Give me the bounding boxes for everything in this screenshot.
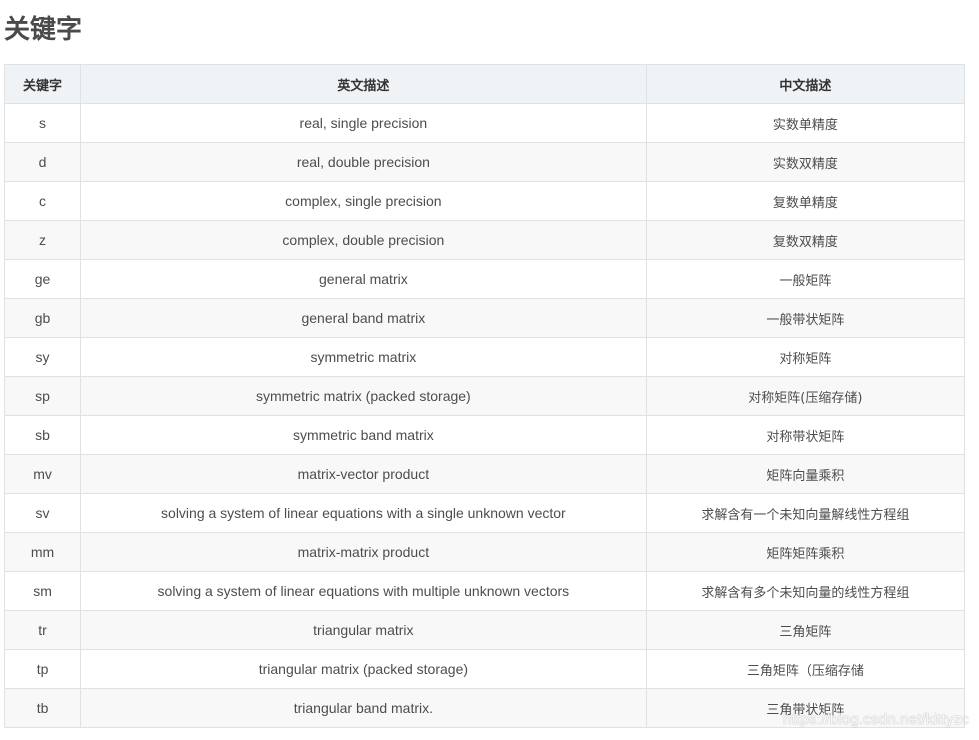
cell-keyword: tb xyxy=(3,688,82,728)
cell-english: general matrix xyxy=(80,259,647,299)
cell-english: complex, single precision xyxy=(80,181,647,221)
cell-chinese: 对称矩阵 xyxy=(645,337,966,377)
cell-chinese: 三角矩阵（压缩存储 xyxy=(645,649,966,689)
cell-chinese: 求解含有一个未知向量解线性方程组 xyxy=(645,493,966,533)
cell-chinese: 复数单精度 xyxy=(645,181,966,221)
cell-chinese: 对称矩阵(压缩存储) xyxy=(645,376,966,416)
cell-chinese: 矩阵向量乘积 xyxy=(645,454,966,494)
table-row: z complex, double precision 复数双精度 xyxy=(3,220,966,260)
table-row: gb general band matrix 一般带状矩阵 xyxy=(3,298,966,338)
table-row: mm matrix-matrix product 矩阵矩阵乘积 xyxy=(3,532,966,572)
table-row: sb symmetric band matrix 对称带状矩阵 xyxy=(3,415,966,455)
cell-keyword: c xyxy=(3,181,82,221)
header-keyword: 关键字 xyxy=(3,64,82,104)
cell-keyword: sp xyxy=(3,376,82,416)
cell-keyword: mm xyxy=(3,532,82,572)
cell-keyword: gb xyxy=(3,298,82,338)
table-row: mv matrix-vector product 矩阵向量乘积 xyxy=(3,454,966,494)
cell-english: matrix-vector product xyxy=(80,454,647,494)
cell-chinese: 一般带状矩阵 xyxy=(645,298,966,338)
cell-keyword: sy xyxy=(3,337,82,377)
table-row: sy symmetric matrix 对称矩阵 xyxy=(3,337,966,377)
cell-keyword: ge xyxy=(3,259,82,299)
watermark: https://blog.csdn.net/kittyzc xyxy=(783,711,969,728)
cell-english: triangular band matrix. xyxy=(80,688,647,728)
cell-english: real, single precision xyxy=(80,103,647,143)
table-row: sp symmetric matrix (packed storage) 对称矩阵(… xyxy=(3,376,966,416)
cell-english: symmetric band matrix xyxy=(80,415,647,455)
cell-english: triangular matrix xyxy=(80,610,647,650)
cell-keyword: z xyxy=(3,220,82,260)
header-chinese-description: 中文描述 xyxy=(645,64,966,104)
cell-keyword: d xyxy=(3,142,82,182)
cell-english: symmetric matrix (packed storage) xyxy=(80,376,647,416)
cell-english: general band matrix xyxy=(80,298,647,338)
cell-keyword: sb xyxy=(3,415,82,455)
cell-english: triangular matrix (packed storage) xyxy=(80,649,647,689)
cell-chinese: 矩阵矩阵乘积 xyxy=(645,532,966,572)
cell-chinese: 一般矩阵 xyxy=(645,259,966,299)
header-english-description: 英文描述 xyxy=(80,64,647,104)
cell-keyword: sm xyxy=(3,571,82,611)
cell-english: symmetric matrix xyxy=(80,337,647,377)
table-row: tp triangular matrix (packed storage) 三角矩阵… xyxy=(3,649,966,689)
table-row: c complex, single precision 复数单精度 xyxy=(3,181,966,221)
table-row: s real, single precision 实数单精度 xyxy=(3,103,966,143)
cell-keyword: s xyxy=(3,103,82,143)
cell-chinese: 三角矩阵 xyxy=(645,610,966,650)
cell-english: complex, double precision xyxy=(80,220,647,260)
cell-chinese: 求解含有多个未知向量的线性方程组 xyxy=(645,571,966,611)
cell-chinese: 复数双精度 xyxy=(645,220,966,260)
table-row: ge general matrix 一般矩阵 xyxy=(3,259,966,299)
table-row: sm solving a system of linear equations w… xyxy=(3,571,966,611)
keyword-table: 关键字 英文描述 中文描述 s real, single precision 实数单… xyxy=(3,64,966,728)
cell-english: real, double precision xyxy=(80,142,647,182)
cell-chinese: 实数双精度 xyxy=(645,142,966,182)
table-row: tr triangular matrix 三角矩阵 xyxy=(3,610,966,650)
table-row: d real, double precision 实数双精度 xyxy=(3,142,966,182)
cell-english: solving a system of linear equations wit… xyxy=(80,493,647,533)
table-row: sv solving a system of linear equations w… xyxy=(3,493,966,533)
cell-chinese: 实数单精度 xyxy=(645,103,966,143)
cell-chinese: 对称带状矩阵 xyxy=(645,415,966,455)
cell-keyword: sv xyxy=(3,493,82,533)
page-title: 关键字 xyxy=(4,15,83,45)
cell-english: solving a system of linear equations wit… xyxy=(80,571,647,611)
cell-keyword: mv xyxy=(3,454,82,494)
table-header-row: 关键字 英文描述 中文描述 xyxy=(3,64,966,104)
cell-keyword: tp xyxy=(3,649,82,689)
cell-keyword: tr xyxy=(3,610,82,650)
cell-english: matrix-matrix product xyxy=(80,532,647,572)
